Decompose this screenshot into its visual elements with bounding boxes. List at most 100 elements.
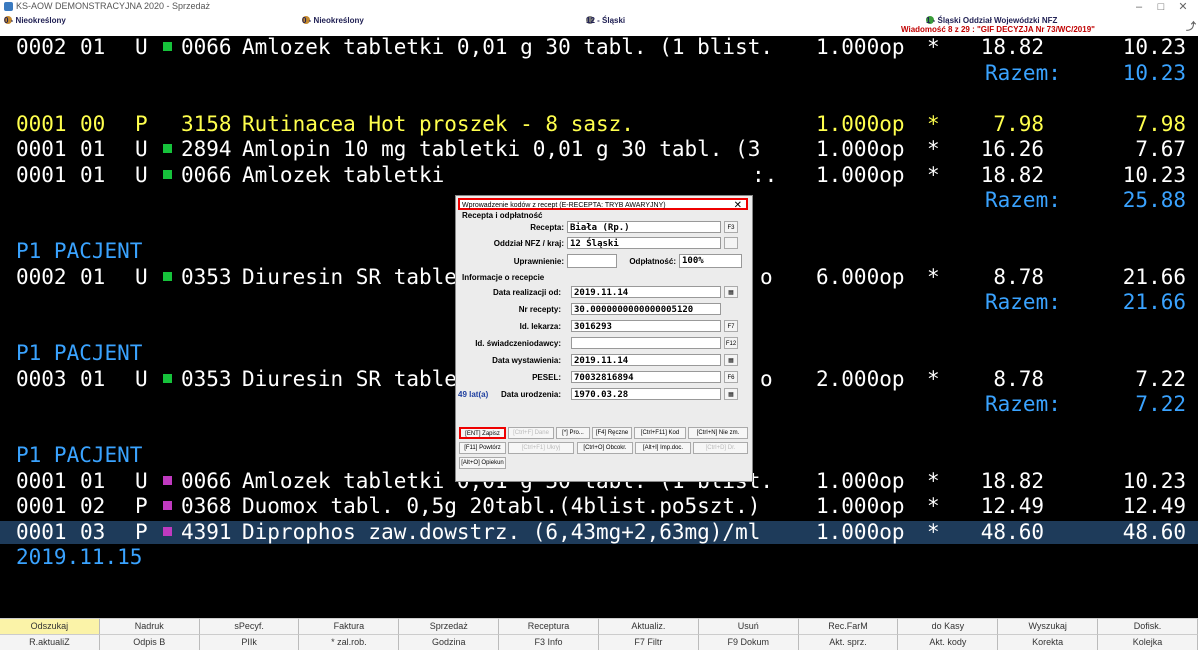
pro-button[interactable]: [*] Pro...	[556, 427, 590, 439]
section-informacje-heading: Informacje o recepcie	[462, 273, 545, 282]
pesel-field[interactable]: 70032816894	[571, 371, 721, 383]
odplatnosc-field[interactable]: 100%	[679, 254, 742, 268]
table-row[interactable]: 0001 01 U 2894 Amlopin 10 mg tabletki 0,01 g…	[0, 137, 1198, 161]
calendar-icon[interactable]: ▦	[724, 354, 738, 366]
row-value: 48.60	[1122, 519, 1186, 544]
kod-button[interactable]: [Ctrl+F11] Kod	[634, 427, 686, 439]
row-price: 18.82	[980, 162, 1044, 187]
data-wystawienia-field[interactable]: 2019.11.14	[571, 354, 721, 366]
fkey-button[interactable]: R.aktualiZ	[0, 634, 100, 650]
infobar-message[interactable]: Wiadomość 8 z 29 : "GIF DECYZJA Nr 73/WC…	[901, 25, 1095, 34]
row-quantity: 1.000op	[816, 494, 905, 518]
close-button[interactable]: ✕	[1172, 0, 1194, 14]
table-row[interactable]: 0001 03 P 4391 Diprophos zaw.dowstrz. (6,43m…	[0, 519, 1198, 544]
fkey-button[interactable]: Receptura	[499, 618, 599, 634]
row-marker-icon	[163, 475, 172, 485]
row-kind: U	[135, 366, 148, 391]
powtorz-button[interactable]: [F11] Powtórz	[459, 442, 506, 454]
row-star: *	[927, 137, 940, 161]
row-kind: U	[135, 468, 148, 493]
opiekun-button[interactable]: [Alt+O] Opiekun	[459, 457, 506, 469]
id-lekarza-field[interactable]: 3016293	[571, 320, 721, 332]
table-row[interactable]: 0001 01 U 0066 Amlozek tabletki:. 1.000op * 18.…	[0, 162, 1198, 187]
ukryj-button[interactable]: [Ctrl+F1] Ukryj	[508, 442, 574, 454]
oddzial-field[interactable]: 12 Śląski	[567, 237, 721, 249]
fkey-button[interactable]: Akt. kody	[898, 634, 999, 650]
pesel-f6-button[interactable]: F6	[724, 371, 738, 383]
fkey-button[interactable]: Kolejka	[1098, 634, 1198, 650]
row-value: 7.67	[1135, 137, 1186, 161]
obcokrajowiec-button[interactable]: [Ctrl+O] Obcokr.	[577, 442, 633, 454]
table-row[interactable]: 0001 02 P 0368 Duomox tabl. 0,5g 20tabl.(4bl…	[0, 494, 1198, 518]
table-row[interactable]: 0002 01 U 0066 Amlozek tabletki 0,01 g 30 ta…	[0, 35, 1198, 59]
row-doc-pos: 03	[80, 519, 106, 544]
row-product-code: 4391	[181, 519, 232, 544]
id-swiadczeniodawcy-field[interactable]	[571, 337, 721, 349]
fkey-button[interactable]: PIIk	[199, 634, 300, 650]
patient-label: P1 PACJENT	[16, 239, 143, 263]
row-price: 8.78	[993, 366, 1044, 391]
fkey-button[interactable]: Rec.FarM	[798, 618, 899, 634]
fkey-button[interactable]: F7 Filtr	[598, 634, 699, 650]
row-kind: P	[135, 111, 148, 136]
fkey-button[interactable]: Godzina	[399, 634, 500, 650]
fkey-button[interactable]: Nadruk	[99, 618, 200, 634]
row-value: 10.23	[1122, 468, 1186, 493]
row-doc-id: 0001	[16, 494, 67, 518]
blank-row	[0, 87, 1198, 110]
uprawnienie-label: Uprawnienie:	[513, 257, 564, 266]
maximize-button[interactable]: □	[1150, 0, 1172, 14]
recepta-f3-button[interactable]: F3	[724, 221, 738, 233]
row-product-code: 3158	[181, 111, 232, 136]
row-kind: U	[135, 35, 148, 59]
row-value: 10.23	[1122, 162, 1186, 187]
row-price: 18.82	[980, 468, 1044, 493]
import-doc-button[interactable]: [Alt+I] Imp.doc.	[635, 442, 691, 454]
row-price: 18.82	[980, 35, 1044, 59]
dialog-close-icon[interactable]: ✕	[734, 200, 742, 212]
row-product-name: Rutinacea Hot proszek - 8 sasz.	[242, 111, 634, 136]
fkey-button[interactable]: Akt. sprz.	[798, 634, 899, 650]
recepta-field[interactable]: Biała (Rp.)	[567, 221, 721, 233]
date-row: 2019.11.15	[0, 545, 1198, 569]
row-doc-id: 0002	[16, 35, 67, 59]
row-star: *	[927, 264, 940, 289]
dane-button[interactable]: [Ctrl+F] Dane	[508, 427, 554, 439]
zapisz-button[interactable]: [ENT] Zapisz	[459, 427, 506, 439]
fkey-button[interactable]: F3 Info	[499, 634, 599, 650]
dr-button[interactable]: [Ctrl+D] Dr.	[693, 442, 748, 454]
row-quantity: 1.000op	[816, 519, 905, 544]
fkey-button[interactable]: Odszukaj	[0, 618, 100, 634]
data-realizacji-field[interactable]: 2019.11.14	[571, 286, 721, 298]
oddzial-lookup-button[interactable]	[724, 237, 738, 249]
fkey-button[interactable]: do Kasy	[898, 618, 999, 634]
subtotal-label: Razem:	[985, 188, 1061, 212]
fkey-button[interactable]: Odpis B	[99, 634, 200, 650]
fkey-button[interactable]: F9 Dokum	[698, 634, 799, 650]
fkey-button[interactable]: Korekta	[998, 634, 1099, 650]
nr-recepty-field[interactable]: 30.0000000000000005120	[571, 303, 721, 315]
fkey-button[interactable]: Aktualiz.	[598, 618, 699, 634]
fkey-button[interactable]: * zal.rob.	[299, 634, 400, 650]
calendar-icon[interactable]: ▦	[724, 388, 738, 400]
swiad-f12-button[interactable]: F12	[724, 337, 738, 349]
minimize-button[interactable]: –	[1128, 0, 1150, 14]
calendar-icon[interactable]: ▦	[724, 286, 738, 298]
table-row[interactable]: 0001 00 P 3158 Rutinacea Hot proszek - 8 sas…	[0, 111, 1198, 136]
fkey-button[interactable]: Faktura	[299, 618, 400, 634]
fkey-button[interactable]: Sprzedaż	[399, 618, 500, 634]
lekarz-f7-button[interactable]: F7	[724, 320, 738, 332]
refresh-icon[interactable]: ⤴	[1186, 18, 1196, 33]
data-urodzenia-field[interactable]: 1970.03.28	[571, 388, 721, 400]
reczne-button[interactable]: [F4] Ręczne	[592, 427, 632, 439]
fkey-button[interactable]: Dofisk.	[1098, 618, 1198, 634]
row-price: 16.26	[980, 137, 1044, 161]
nie-zmieniaj-button[interactable]: [Ctrl+N] Nie zm.	[688, 427, 748, 439]
row-doc-id: 0001	[16, 137, 67, 161]
recepta-label: Recepta:	[530, 223, 564, 232]
row-doc-pos: 00	[80, 111, 106, 136]
fkey-button[interactable]: Usuń	[698, 618, 799, 634]
fkey-button[interactable]: Wyszukaj	[998, 618, 1099, 634]
fkey-button[interactable]: sPecyf.	[199, 618, 300, 634]
row-quantity: 6.000op	[816, 264, 905, 289]
